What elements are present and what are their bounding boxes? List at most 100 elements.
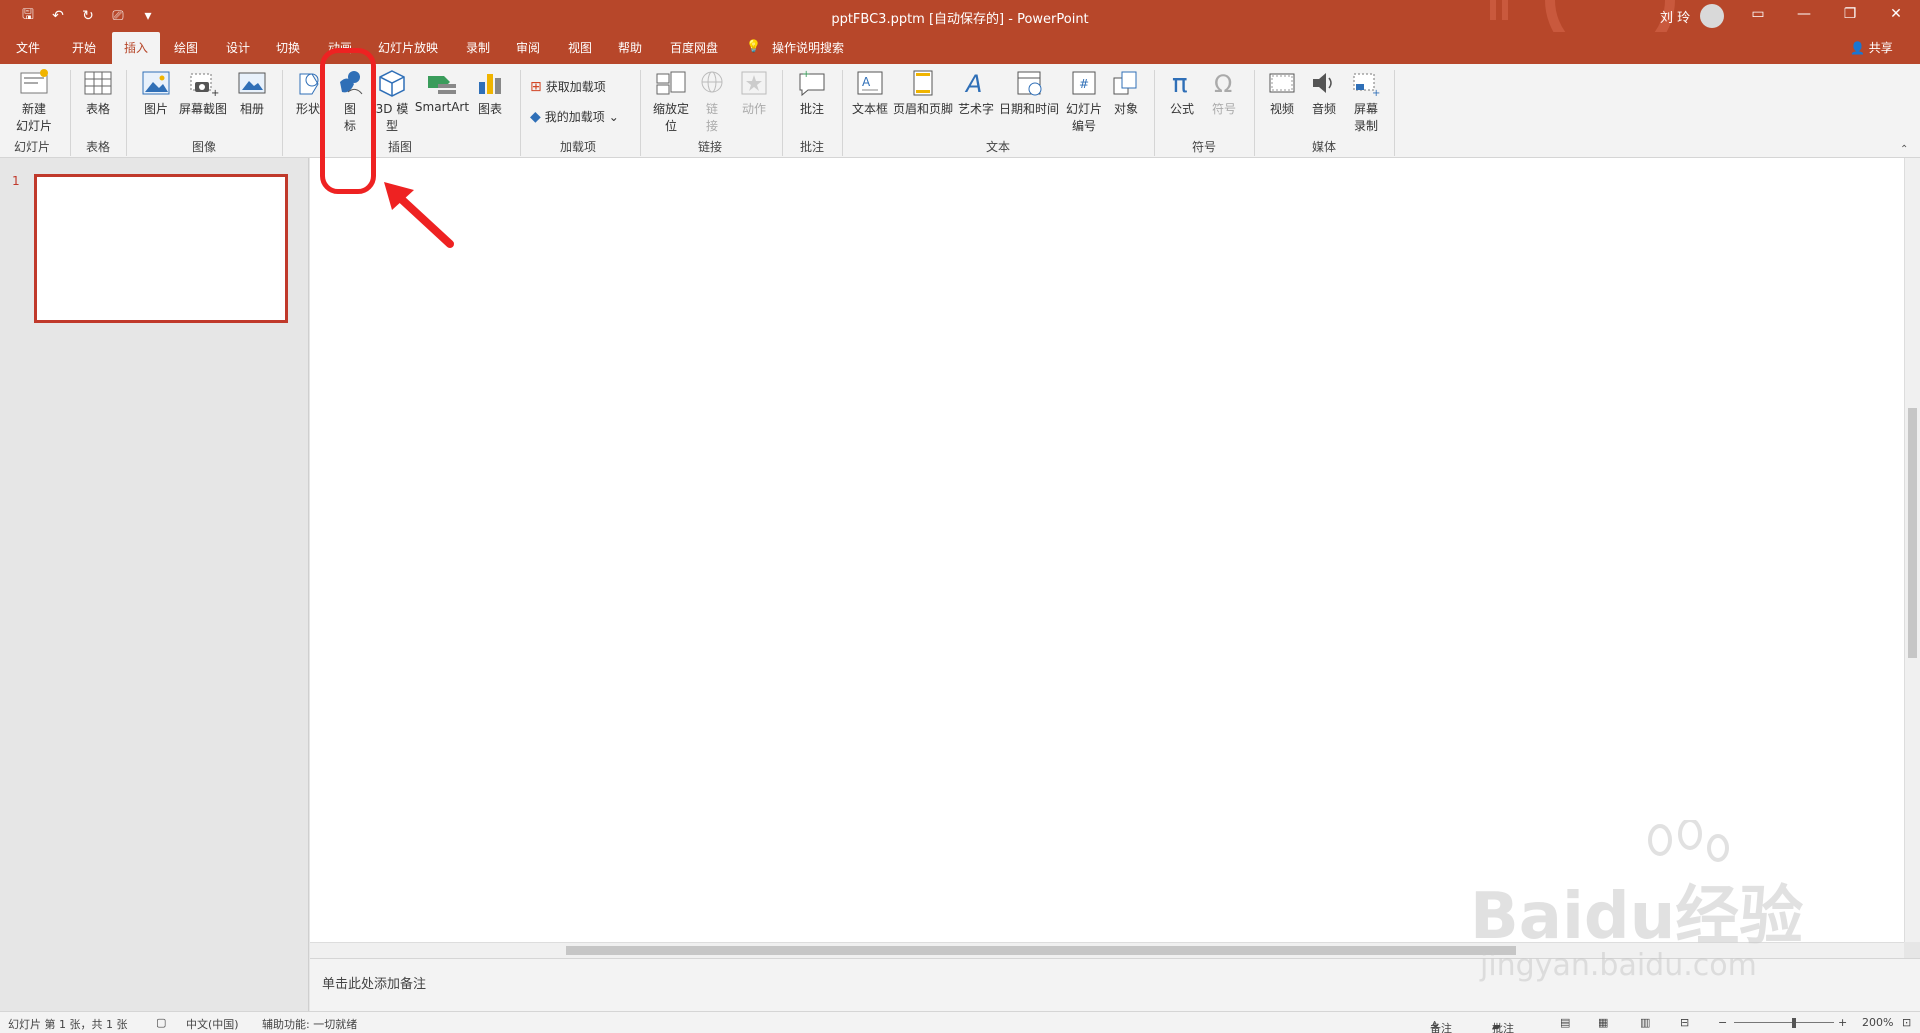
- group-comments: 批注: [800, 140, 825, 154]
- omega-icon: Ω: [1214, 70, 1232, 98]
- my-addins-button[interactable]: ◆ 我的加载项 ⌄: [530, 108, 619, 125]
- wordart-icon: A: [964, 70, 982, 98]
- zoom-slider[interactable]: [1734, 1022, 1834, 1023]
- 3d-models-button[interactable]: 3D 模 型: [372, 68, 412, 134]
- smartart-button[interactable]: SmartArt: [414, 68, 470, 114]
- comment-button[interactable]: + 批注: [792, 68, 832, 117]
- svg-text:A: A: [862, 75, 871, 89]
- picture-button[interactable]: 图片: [136, 68, 176, 117]
- textbox-label: 文本框: [851, 102, 888, 116]
- separator: [782, 70, 783, 156]
- separator: [842, 70, 843, 156]
- vertical-scroll-thumb[interactable]: [1908, 408, 1917, 658]
- minimize-icon[interactable]: —: [1784, 6, 1824, 22]
- notes-placeholder: 单击此处添加备注: [322, 977, 427, 992]
- slide-sorter-icon[interactable]: ▦: [1598, 1016, 1608, 1029]
- separator: [70, 70, 71, 156]
- comment-label: 批注: [799, 102, 824, 116]
- new-slide-label: 新建 幻灯片: [15, 102, 52, 133]
- wordart-label: 艺术字: [957, 102, 994, 116]
- svg-text:A: A: [964, 70, 982, 98]
- ribbon-tabs: 文件 开始 插入 绘图 设计 切换 动画 幻灯片放映 录制 审阅 视图 帮助 百…: [0, 32, 1920, 64]
- tab-transitions[interactable]: 切换: [276, 39, 300, 56]
- wordart-button[interactable]: A 艺术字: [956, 68, 996, 117]
- collapse-ribbon-icon[interactable]: ⌃: [1900, 144, 1908, 155]
- red-arrow-icon: [384, 182, 454, 248]
- slide-number-button[interactable]: # 幻灯片 编号: [1062, 68, 1106, 134]
- action-button[interactable]: 动作: [736, 68, 772, 117]
- zoom-in-icon[interactable]: +: [1838, 1016, 1847, 1029]
- slide-number-icon: #: [1072, 71, 1096, 95]
- textbox-button[interactable]: A 文本框: [850, 68, 890, 117]
- tab-review[interactable]: 审阅: [516, 39, 540, 56]
- object-icon: [1113, 71, 1137, 95]
- object-button[interactable]: 对象: [1108, 68, 1144, 117]
- tab-file[interactable]: 文件: [16, 39, 40, 56]
- tab-insert[interactable]: 插入: [112, 32, 161, 64]
- date-time-button[interactable]: 日期和时间: [998, 68, 1060, 117]
- group-tables: 表格: [86, 140, 111, 154]
- symbol-button[interactable]: Ω 符号: [1206, 68, 1242, 117]
- chart-button[interactable]: 图表: [472, 68, 508, 117]
- horizontal-scroll-thumb[interactable]: [566, 946, 1516, 955]
- group-media: 媒体: [1312, 140, 1337, 154]
- group-slides: 幻灯片: [14, 140, 51, 154]
- screen-record-button[interactable]: + 屏幕 录制: [1348, 68, 1384, 134]
- share-button[interactable]: 👤 共享: [1850, 39, 1893, 56]
- status-bar: 幻灯片 第 1 张，共 1 张 ▢ 中文(中国) 辅助功能: 一切就绪 ≙ 备注…: [0, 1011, 1920, 1033]
- date-time-label: 日期和时间: [998, 102, 1059, 116]
- zoom-label: 缩放定 位: [652, 102, 689, 133]
- cube-icon: [379, 70, 405, 97]
- tab-draw[interactable]: 绘图: [174, 39, 198, 56]
- audio-button[interactable]: 音频: [1306, 68, 1342, 117]
- tab-view[interactable]: 视图: [568, 39, 592, 56]
- ribbon-display-icon[interactable]: ▭: [1738, 6, 1778, 22]
- zoom-out-icon[interactable]: −: [1718, 1016, 1727, 1029]
- normal-view-icon[interactable]: ▤: [1560, 1016, 1570, 1029]
- tab-slideshow[interactable]: 幻灯片放映: [378, 39, 438, 56]
- chart-icon: [479, 74, 501, 94]
- restore-icon[interactable]: ❐: [1830, 6, 1870, 22]
- title-bar: 🖫 ↶ ↻ ⎚ ▾ pptFBC3.pptm [自动保存的] - PowerPo…: [0, 0, 1920, 32]
- slide-thumbnail[interactable]: [34, 174, 288, 323]
- 3d-models-label: 3D 模 型: [375, 102, 409, 133]
- separator: [1394, 70, 1395, 156]
- close-icon[interactable]: ✕: [1876, 6, 1916, 22]
- star-icon: [741, 71, 767, 95]
- tab-home[interactable]: 开始: [72, 39, 96, 56]
- tab-baidu-netdisk[interactable]: 百度网盘: [670, 39, 718, 56]
- photo-album-button[interactable]: 相册: [232, 68, 272, 117]
- svg-text:#: #: [1079, 77, 1089, 91]
- notes-toggle-label: 备注: [1430, 1022, 1452, 1033]
- reading-view-icon[interactable]: ▥: [1640, 1016, 1650, 1029]
- header-footer-button[interactable]: 页眉和页脚: [892, 68, 954, 117]
- tab-record[interactable]: 录制: [466, 39, 490, 56]
- user-name[interactable]: 刘 玲: [1660, 7, 1690, 26]
- spellcheck-icon[interactable]: ▢: [156, 1016, 166, 1029]
- zoom-button[interactable]: 缩放定 位: [648, 68, 694, 134]
- accessibility-status[interactable]: 辅助功能: 一切就绪: [262, 1016, 357, 1032]
- language[interactable]: 中文(中国): [186, 1016, 239, 1032]
- zoom-level[interactable]: 200%: [1862, 1016, 1893, 1029]
- fit-slide-icon[interactable]: ⊡: [1902, 1016, 1911, 1029]
- zoom-slider-thumb[interactable]: [1792, 1018, 1796, 1028]
- tab-design[interactable]: 设计: [226, 39, 250, 56]
- avatar[interactable]: [1700, 4, 1724, 28]
- link-button[interactable]: 链 接: [696, 68, 728, 134]
- group-links: 链接: [698, 140, 723, 154]
- svg-text:+: +: [1372, 88, 1380, 98]
- smartart-icon: [428, 76, 456, 94]
- tab-help[interactable]: 帮助: [618, 39, 642, 56]
- header-footer-icon: [913, 70, 933, 96]
- screenshot-button[interactable]: + 屏幕截图: [178, 68, 228, 117]
- slideshow-icon[interactable]: ⊟: [1680, 1016, 1689, 1029]
- tell-me-search[interactable]: 操作说明搜索: [772, 39, 844, 56]
- lightbulb-icon: 💡: [746, 39, 761, 53]
- new-slide-button[interactable]: 新建 幻灯片: [8, 68, 60, 134]
- vertical-scrollbar[interactable]: [1904, 158, 1920, 942]
- video-button[interactable]: 视频: [1264, 68, 1300, 117]
- get-addins-button[interactable]: ⊞ 获取加载项: [530, 78, 606, 95]
- table-button[interactable]: 表格: [78, 68, 118, 117]
- equation-button[interactable]: π 公式: [1164, 68, 1200, 117]
- action-label: 动作: [741, 102, 766, 116]
